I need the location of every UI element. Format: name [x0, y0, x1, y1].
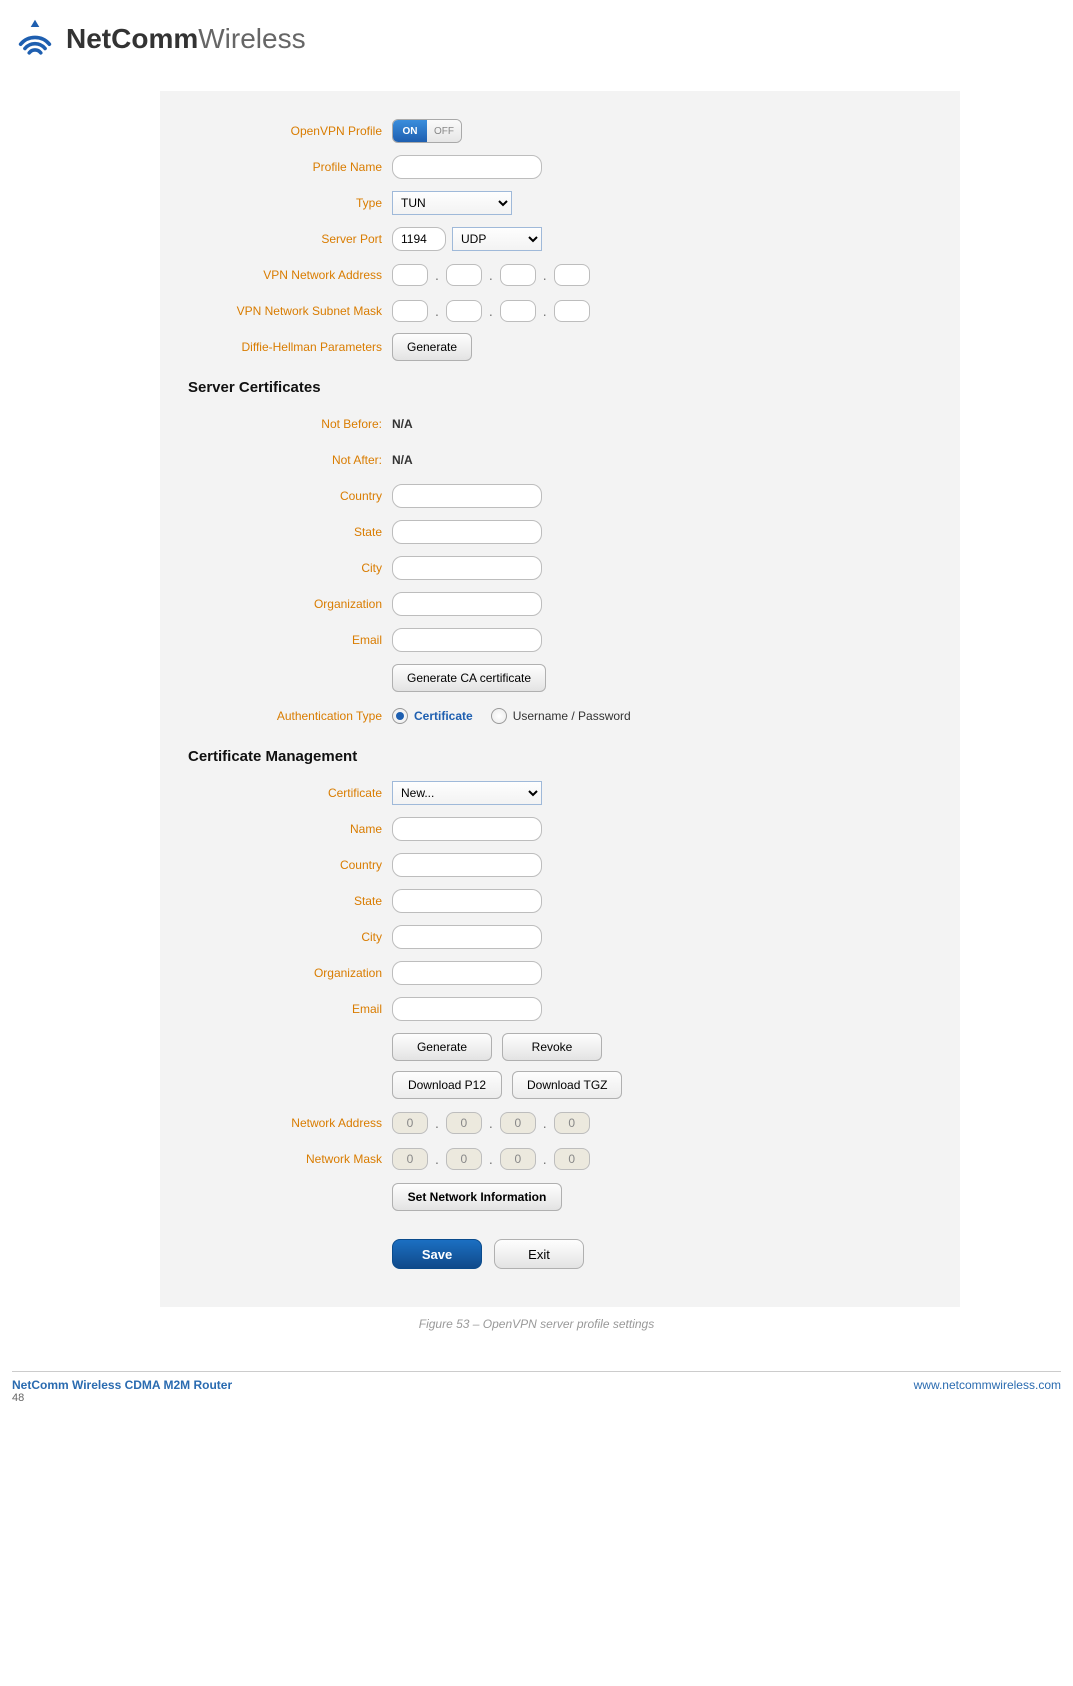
page-footer: NetComm Wireless CDMA M2M Router 48 www.…	[0, 1378, 1073, 1416]
brand-light: Wireless	[198, 23, 305, 54]
server-port-input[interactable]	[392, 227, 446, 251]
type-label: Type	[188, 196, 392, 210]
generate-dh-button[interactable]: Generate	[392, 333, 472, 361]
vpn-addr-o1[interactable]	[392, 264, 428, 286]
auth-userpass-label: Username / Password	[513, 709, 631, 723]
sc-org-label: Organization	[188, 597, 392, 611]
vpn-mask-o4[interactable]	[554, 300, 590, 322]
server-port-label: Server Port	[188, 232, 392, 246]
auth-cert-label: Certificate	[414, 709, 473, 723]
vpn-mask-o3[interactable]	[500, 300, 536, 322]
profile-name-input[interactable]	[392, 155, 542, 179]
save-button[interactable]: Save	[392, 1239, 482, 1269]
footer-page-number: 48	[12, 1392, 232, 1404]
not-after-value: N/A	[392, 453, 413, 467]
sc-org-input[interactable]	[392, 592, 542, 616]
sc-country-input[interactable]	[392, 484, 542, 508]
cm-city-input[interactable]	[392, 925, 542, 949]
cm-country-label: Country	[188, 858, 392, 872]
not-before-value: N/A	[392, 417, 413, 431]
generate-ca-button[interactable]: Generate CA certificate	[392, 664, 546, 692]
dh-label: Diffie-Hellman Parameters	[188, 340, 392, 354]
cm-name-label: Name	[188, 822, 392, 836]
brand-text: NetCommWireless	[66, 23, 306, 55]
set-network-info-button[interactable]: Set Network Information	[392, 1183, 562, 1211]
cm-netmask-o2[interactable]	[446, 1148, 482, 1170]
vpn-net-mask-label: VPN Network Subnet Mask	[188, 304, 392, 318]
cm-name-input[interactable]	[392, 817, 542, 841]
cm-cert-select[interactable]: New...	[392, 781, 542, 805]
openvpn-profile-toggle[interactable]: ON OFF	[392, 119, 462, 143]
download-p12-button[interactable]: Download P12	[392, 1071, 502, 1099]
vpn-mask-o1[interactable]	[392, 300, 428, 322]
cm-state-input[interactable]	[392, 889, 542, 913]
toggle-off: OFF	[427, 120, 461, 142]
cm-email-label: Email	[188, 1002, 392, 1016]
auth-userpass-radio[interactable]	[491, 708, 507, 724]
footer-divider	[12, 1371, 1061, 1372]
cm-netaddr-o2[interactable]	[446, 1112, 482, 1134]
footer-product: NetComm Wireless CDMA M2M Router	[12, 1378, 232, 1392]
cm-revoke-button[interactable]: Revoke	[502, 1033, 602, 1061]
cm-netmask-o3[interactable]	[500, 1148, 536, 1170]
cm-city-label: City	[188, 930, 392, 944]
cm-generate-button[interactable]: Generate	[392, 1033, 492, 1061]
openvpn-profile-label: OpenVPN Profile	[188, 124, 392, 138]
cm-email-input[interactable]	[392, 997, 542, 1021]
vpn-addr-o4[interactable]	[554, 264, 590, 286]
server-cert-title: Server Certificates	[188, 379, 932, 396]
sc-state-label: State	[188, 525, 392, 539]
settings-panel: OpenVPN Profile ON OFF Profile Name Type…	[160, 91, 960, 1307]
toggle-on: ON	[393, 120, 427, 142]
sc-state-input[interactable]	[392, 520, 542, 544]
auth-cert-radio[interactable]	[392, 708, 408, 724]
sc-email-input[interactable]	[392, 628, 542, 652]
sc-email-label: Email	[188, 633, 392, 647]
not-after-label: Not After:	[188, 453, 392, 467]
server-port-proto-select[interactable]: UDP	[452, 227, 542, 251]
sc-city-input[interactable]	[392, 556, 542, 580]
cm-netaddr-label: Network Address	[188, 1116, 392, 1130]
cm-netaddr-o3[interactable]	[500, 1112, 536, 1134]
cm-netaddr-o4[interactable]	[554, 1112, 590, 1134]
cm-netaddr-o1[interactable]	[392, 1112, 428, 1134]
cert-mgmt-title: Certificate Management	[188, 748, 932, 765]
vpn-mask-o2[interactable]	[446, 300, 482, 322]
cm-org-input[interactable]	[392, 961, 542, 985]
cm-netmask-label: Network Mask	[188, 1152, 392, 1166]
not-before-label: Not Before:	[188, 417, 392, 431]
vpn-addr-o2[interactable]	[446, 264, 482, 286]
profile-name-label: Profile Name	[188, 160, 392, 174]
cm-country-input[interactable]	[392, 853, 542, 877]
auth-type-label: Authentication Type	[188, 709, 392, 723]
cm-netmask-o4[interactable]	[554, 1148, 590, 1170]
vpn-net-addr-label: VPN Network Address	[188, 268, 392, 282]
brand-header: NetCommWireless	[0, 14, 1073, 73]
cm-org-label: Organization	[188, 966, 392, 980]
footer-url: www.netcommwireless.com	[914, 1378, 1061, 1404]
vpn-addr-o3[interactable]	[500, 264, 536, 286]
cm-cert-label: Certificate	[188, 786, 392, 800]
netcomm-logo-icon	[12, 14, 58, 63]
sc-city-label: City	[188, 561, 392, 575]
download-tgz-button[interactable]: Download TGZ	[512, 1071, 622, 1099]
cm-netmask-o1[interactable]	[392, 1148, 428, 1170]
exit-button[interactable]: Exit	[494, 1239, 584, 1269]
sc-country-label: Country	[188, 489, 392, 503]
cm-state-label: State	[188, 894, 392, 908]
figure-caption: Figure 53 – OpenVPN server profile setti…	[0, 1317, 1073, 1331]
brand-strong: NetComm	[66, 23, 198, 54]
type-select[interactable]: TUN	[392, 191, 512, 215]
